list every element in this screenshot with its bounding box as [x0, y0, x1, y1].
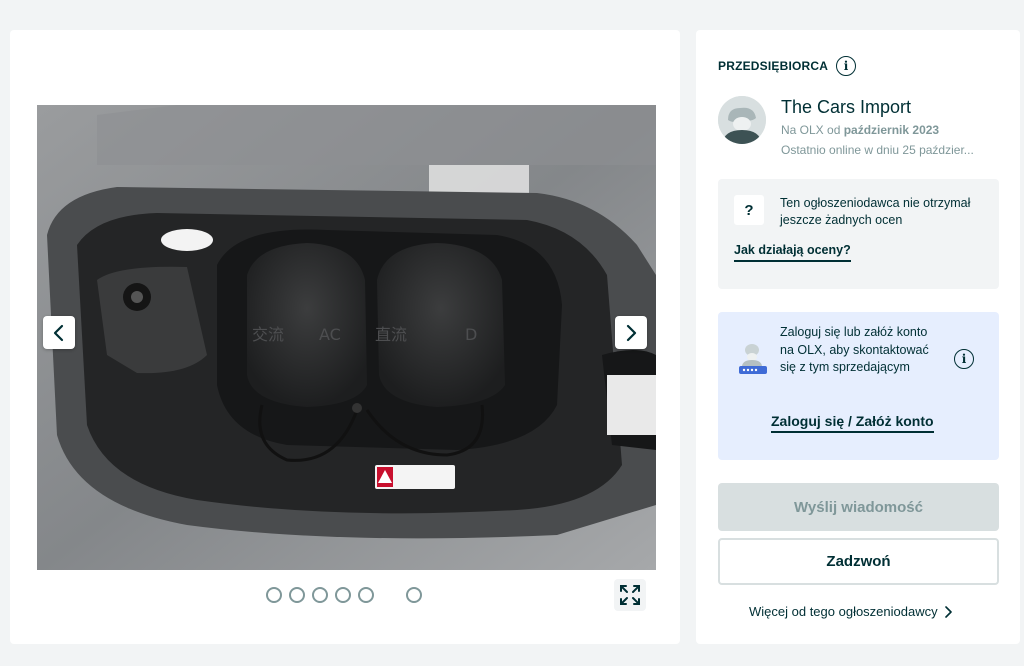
info-icon[interactable]: i: [836, 56, 857, 76]
photo-pagination: [266, 587, 436, 603]
rating-box: ? Ten ogłoszeniodawca nie otrzymał jeszc…: [718, 179, 999, 289]
more-from-seller-link[interactable]: Więcej od tego ogłoszeniodawcy: [749, 604, 952, 619]
next-photo-button[interactable]: [615, 316, 647, 349]
rating-text: Ten ogłoszeniodawca nie otrzymał jeszcze…: [780, 196, 971, 227]
chevron-left-icon: [53, 324, 64, 341]
photo-dot[interactable]: [289, 587, 305, 603]
how-ratings-work-link[interactable]: Jak działają oceny?: [734, 243, 851, 262]
fullscreen-button[interactable]: [614, 579, 646, 611]
login-register-link[interactable]: Zaloguj się / Załóż konto: [771, 413, 934, 433]
login-illustration: [738, 342, 768, 378]
login-box: Zaloguj się lub załóż konto na OLX, aby …: [718, 312, 999, 460]
photo-dot[interactable]: [406, 587, 422, 603]
last-online: Ostatnio online w dniu 25 paździer...: [781, 143, 974, 157]
dc-label: D: [465, 325, 477, 344]
more-from-seller-label: Więcej od tego ogłoszeniodawcy: [749, 604, 938, 619]
chevron-right-icon: [626, 324, 637, 341]
photo-dot[interactable]: [358, 587, 374, 603]
seller-type: PRZEDSIĘBIORCA i: [718, 56, 857, 76]
call-button[interactable]: Zadzwoń: [718, 538, 999, 585]
expand-icon: [620, 585, 640, 605]
ac-cn-label: 交流: [252, 325, 284, 344]
chevron-right-icon: [944, 605, 952, 618]
seller-card: PRZEDSIĘBIORCA i The Cars Import Na OLX …: [696, 30, 1020, 644]
photo-dot[interactable]: [312, 587, 328, 603]
dc-cn-label: 直流: [375, 325, 407, 344]
previous-photo-button[interactable]: [43, 316, 75, 349]
ac-label: AC: [319, 325, 341, 344]
gallery-card: 交流 AC 直流 D: [10, 30, 680, 644]
seller-name[interactable]: The Cars Import: [781, 97, 911, 118]
user-avatar-icon: [718, 96, 766, 144]
member-since: Na OLX od październik 2023: [781, 123, 939, 137]
photo-dot[interactable]: [266, 587, 282, 603]
member-since-date: październik 2023: [843, 123, 940, 137]
info-icon[interactable]: i: [954, 349, 974, 369]
photo-dot[interactable]: [335, 587, 351, 603]
avatar: [718, 96, 766, 144]
seller-type-label: PRZEDSIĘBIORCA: [718, 59, 829, 73]
member-since-prefix: Na OLX od: [781, 123, 841, 137]
charging-port-image: 交流 AC 直流 D: [37, 105, 656, 570]
user-login-icon: [739, 344, 767, 374]
listing-photo[interactable]: 交流 AC 直流 D: [37, 105, 656, 570]
send-message-button[interactable]: Wyślij wiadomość: [718, 483, 999, 531]
login-text: Zaloguj się lub załóż konto na OLX, aby …: [780, 325, 929, 374]
question-icon: ?: [734, 195, 764, 225]
